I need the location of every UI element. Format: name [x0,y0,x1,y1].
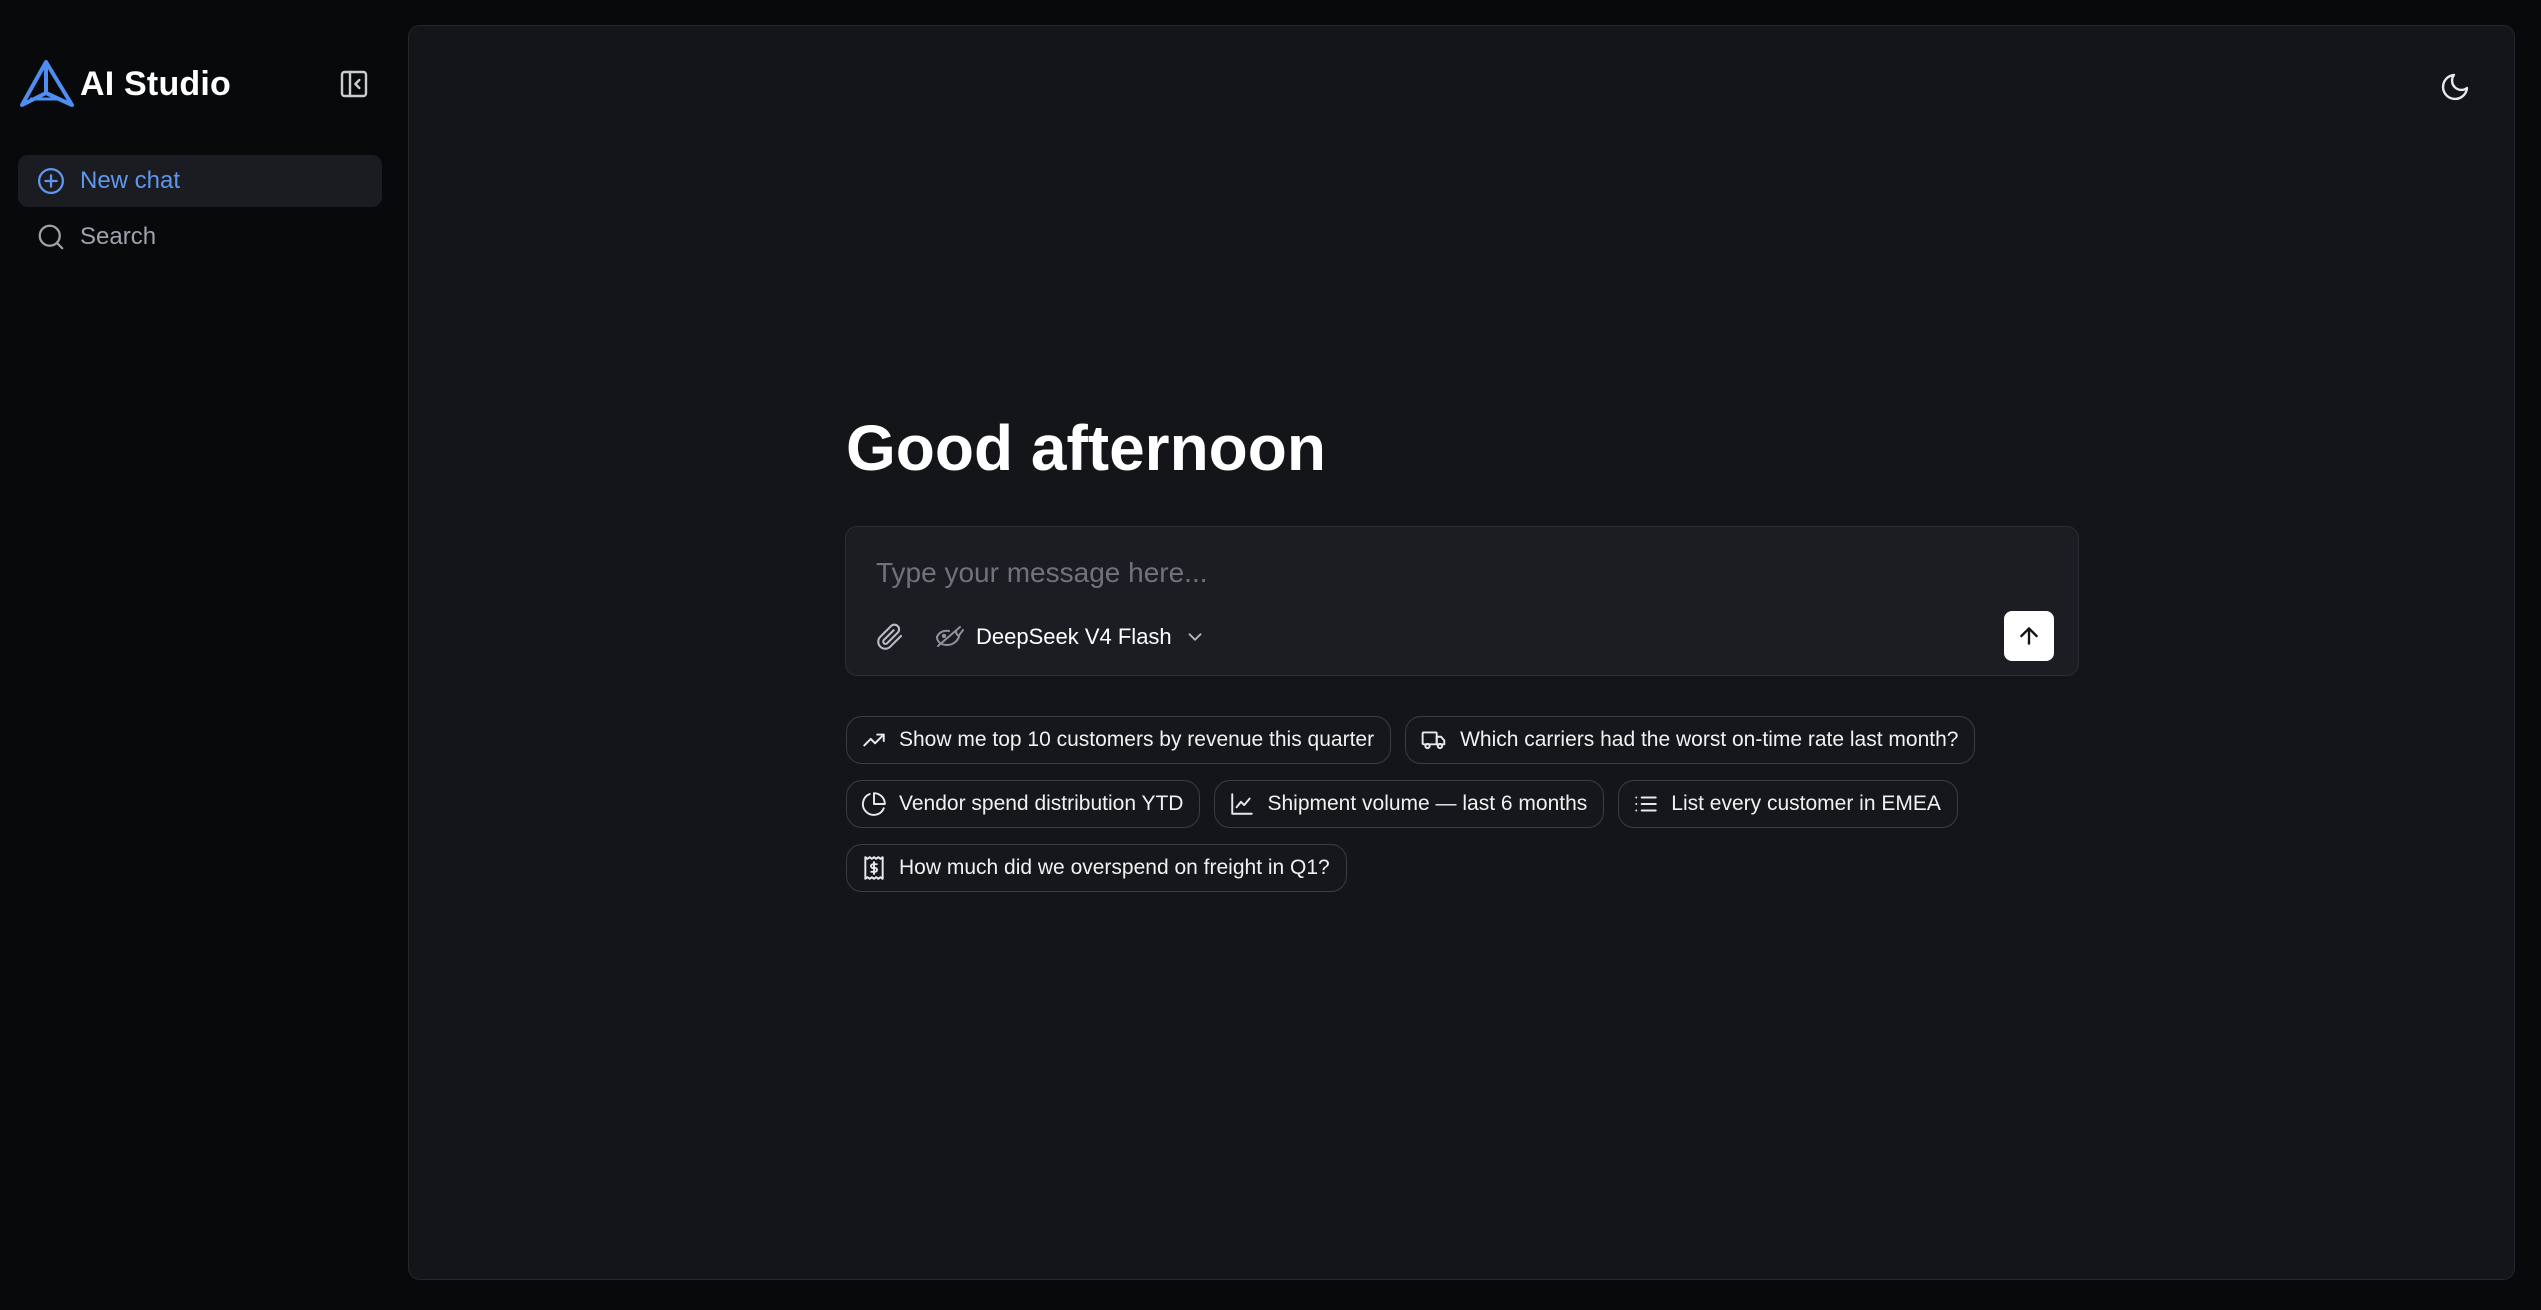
whale-icon [936,626,964,647]
moon-icon [2441,73,2469,101]
brand-name: AI Studio [80,64,231,103]
sidebar: AI Studio New chat Search [0,0,408,1310]
brand[interactable]: AI Studio [18,58,231,110]
theme-toggle-button[interactable] [2432,64,2478,110]
line-chart-icon [1231,793,1254,815]
truck-icon [1421,731,1446,750]
suggestion-chip[interactable]: Vendor spend distribution YTD [846,780,1201,828]
paperclip-icon [877,623,903,650]
collapse-sidebar-button[interactable] [336,66,372,102]
main-panel: Good afternoon DeepSeek V4 Flash [408,25,2515,1280]
model-name: DeepSeek V4 Flash [976,624,1172,649]
chip-row: How much did we overspend on freight in … [846,844,2106,892]
list-icon [1635,796,1658,812]
suggestion-label: List every customer in EMEA [1671,792,1941,815]
suggestion-chip[interactable]: Which carriers had the worst on-time rat… [1405,716,1976,764]
message-composer: DeepSeek V4 Flash [845,526,2079,676]
search-label: Search [80,223,157,250]
attach-button[interactable] [872,619,908,655]
new-chat-label: New chat [80,167,181,194]
pie-chart-icon [861,792,886,816]
suggestion-chip[interactable]: List every customer in EMEA [1618,780,1958,828]
trending-up-icon [863,733,885,747]
receipt-dollar-icon [864,856,884,880]
suggestion-chip[interactable]: How much did we overspend on freight in … [846,844,1347,892]
suggestion-label: Which carriers had the worst on-time rat… [1460,728,1959,751]
new-chat-button[interactable]: New chat [18,155,382,207]
chip-row: Vendor spend distribution YTD Shipment v… [846,780,2106,828]
sidebar-collapse-icon [340,70,368,98]
model-selector[interactable]: DeepSeek V4 Flash [934,619,1206,655]
search-icon [38,224,64,250]
suggestion-label: Show me top 10 customers by revenue this… [899,728,1375,751]
suggestion-chips: Show me top 10 customers by revenue this… [846,716,2106,908]
chip-row: Show me top 10 customers by revenue this… [846,716,2106,764]
arrow-up-icon [2020,627,2038,645]
suggestion-chip[interactable]: Show me top 10 customers by revenue this… [846,716,1392,764]
suggestion-chip[interactable]: Shipment volume — last 6 months [1214,780,1605,828]
plus-circle-icon [38,168,64,194]
suggestion-label: How much did we overspend on freight in … [899,856,1330,879]
greeting-heading: Good afternoon [846,412,1326,484]
message-input[interactable] [874,549,1978,597]
chevron-down-icon [1188,633,1202,641]
app-window: AI Studio New chat Search Good afternoon… [0,0,2541,1310]
logo-icon [20,60,74,107]
search-button[interactable]: Search [18,211,382,263]
suggestion-label: Shipment volume — last 6 months [1267,792,1588,815]
send-button[interactable] [2004,611,2054,661]
suggestion-label: Vendor spend distribution YTD [899,792,1184,815]
